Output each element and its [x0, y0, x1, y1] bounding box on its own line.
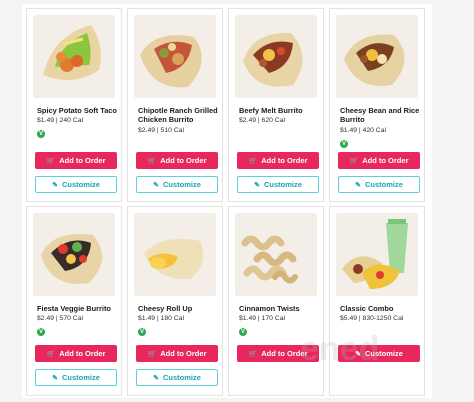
menu-item-card[interactable]: Chipotle Ranch Grilled Chicken Burrito $…: [127, 8, 223, 202]
item-price-calories: $2.49 | 570 Cal: [37, 315, 83, 322]
customize-label: Customize: [61, 373, 100, 382]
cart-icon: 🛒: [46, 158, 56, 165]
menu-item-card[interactable]: Cheesy Bean and Rice Burrito $1.49 | 420…: [329, 8, 425, 202]
magic-wand-icon: ✎: [52, 375, 58, 382]
menu-item-card[interactable]: Cheesy Roll Up $1.49 | 180 Cal V 🛒 Add to…: [127, 206, 223, 396]
add-to-order-button[interactable]: 🛒 Add to Order: [237, 152, 319, 169]
item-price-calories: $1.49 | 170 Cal: [239, 315, 285, 322]
vegetarian-badge-icon: V: [37, 130, 45, 138]
item-name: Cheesy Roll Up: [138, 304, 193, 313]
item-price-calories: $1.49 | 240 Cal: [37, 117, 83, 124]
classic-combo-image[interactable]: [336, 213, 418, 296]
add-to-order-label: Add to Order: [59, 156, 106, 165]
customize-button[interactable]: ✎ Customize: [136, 369, 218, 386]
cart-icon: 🛒: [248, 351, 258, 358]
add-to-order-label: Add to Order: [261, 156, 308, 165]
spicy-potato-soft-taco-image[interactable]: [33, 15, 115, 98]
add-to-order-button[interactable]: 🛒 Add to Order: [136, 345, 218, 362]
beefy-melt-burrito-image[interactable]: [235, 15, 317, 98]
vegetarian-badge-icon: V: [138, 328, 146, 336]
add-to-order-button[interactable]: 🛒 Add to Order: [338, 152, 420, 169]
magic-wand-icon: ✎: [355, 182, 361, 189]
customize-button[interactable]: ✎ Customize: [35, 369, 117, 386]
menu-item-card[interactable]: Spicy Potato Soft Taco $1.49 | 240 Cal V…: [26, 8, 122, 202]
customize-button[interactable]: ✎ Customize: [338, 176, 420, 193]
vegetarian-badge-icon: V: [37, 328, 45, 336]
add-to-order-button[interactable]: 🛒 Add to Order: [136, 152, 218, 169]
item-price-calories: $1.49 | 180 Cal: [138, 315, 184, 322]
customize-button[interactable]: ✎ Customize: [136, 176, 218, 193]
item-name: Chipotle Ranch Grilled Chicken Burrito: [138, 106, 218, 124]
item-price-calories: $2.49 | 510 Cal: [138, 127, 184, 134]
magic-wand-icon: ✎: [153, 182, 159, 189]
cheesy-bean-rice-burrito-image[interactable]: [336, 15, 418, 98]
add-to-order-label: Add to Order: [59, 349, 106, 358]
magic-wand-icon: ✎: [52, 182, 58, 189]
chipotle-ranch-burrito-image[interactable]: [134, 15, 216, 98]
cart-icon: 🛒: [349, 158, 359, 165]
customize-label: Customize: [162, 180, 201, 189]
cheesy-roll-up-image[interactable]: [134, 213, 216, 296]
watermark-logo: ened: [300, 330, 380, 368]
customize-label: Customize: [263, 180, 302, 189]
item-name: Fiesta Veggie Burrito: [37, 304, 111, 313]
customize-button[interactable]: ✎ Customize: [237, 176, 319, 193]
cart-icon: 🛒: [147, 158, 157, 165]
item-name: Cinnamon Twists: [239, 304, 300, 313]
item-name: Classic Combo: [340, 304, 394, 313]
cinnamon-twists-image[interactable]: [235, 213, 317, 296]
cart-icon: 🛒: [46, 351, 56, 358]
magic-wand-icon: ✎: [153, 375, 159, 382]
add-to-order-label: Add to Order: [362, 156, 409, 165]
cart-icon: 🛒: [147, 351, 157, 358]
vegetarian-badge-icon: V: [340, 140, 348, 148]
item-price-calories: $5.49 | 830-1250 Cal: [340, 315, 404, 322]
customize-label: Customize: [364, 180, 403, 189]
menu-item-card[interactable]: Beefy Melt Burrito $2.49 | 620 Cal 🛒 Add …: [228, 8, 324, 202]
add-to-order-label: Add to Order: [160, 349, 207, 358]
item-name: Spicy Potato Soft Taco: [37, 106, 117, 115]
add-to-order-button[interactable]: 🛒 Add to Order: [35, 152, 117, 169]
item-price-calories: $2.49 | 620 Cal: [239, 117, 285, 124]
item-name: Beefy Melt Burrito: [239, 106, 303, 115]
customize-label: Customize: [61, 180, 100, 189]
menu-item-card[interactable]: Fiesta Veggie Burrito $2.49 | 570 Cal V …: [26, 206, 122, 396]
page-background: Spicy Potato Soft Taco $1.49 | 240 Cal V…: [0, 0, 474, 402]
cart-icon: 🛒: [248, 158, 258, 165]
customize-label: Customize: [162, 373, 201, 382]
item-name: Cheesy Bean and Rice Burrito: [340, 106, 420, 124]
customize-button[interactable]: ✎ Customize: [35, 176, 117, 193]
add-to-order-label: Add to Order: [160, 156, 207, 165]
fiesta-veggie-burrito-image[interactable]: [33, 213, 115, 296]
magic-wand-icon: ✎: [254, 182, 260, 189]
add-to-order-button[interactable]: 🛒 Add to Order: [35, 345, 117, 362]
item-price-calories: $1.49 | 420 Cal: [340, 127, 386, 134]
vegetarian-badge-icon: V: [239, 328, 247, 336]
